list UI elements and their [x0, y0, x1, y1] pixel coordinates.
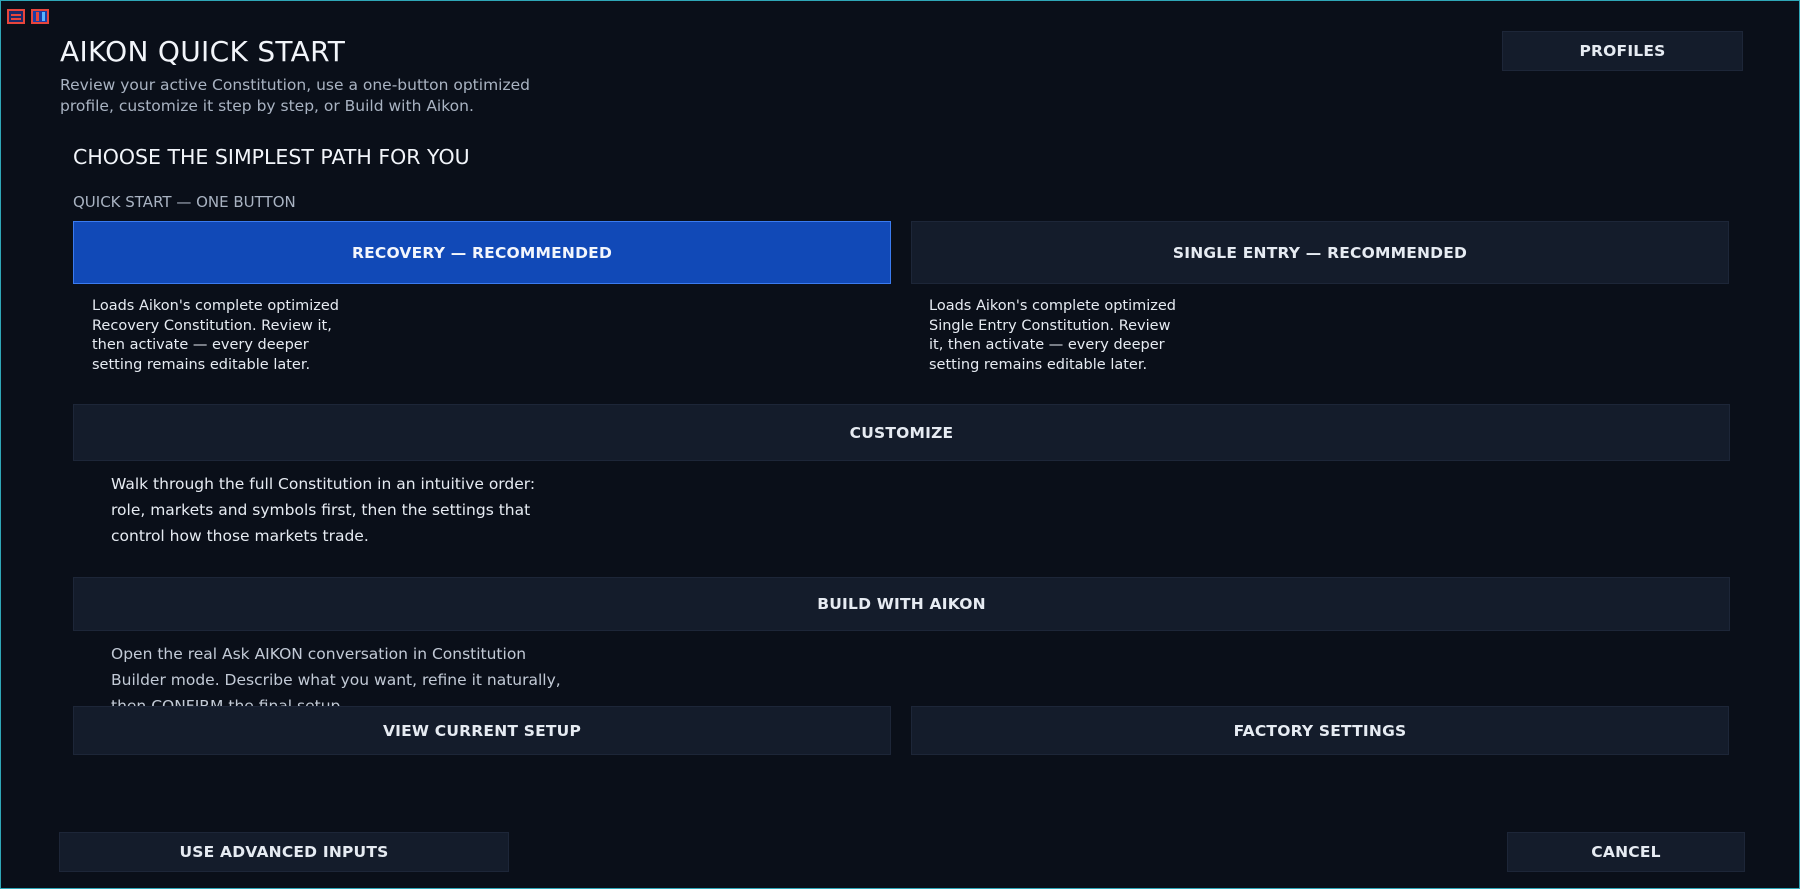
view-current-setup-button[interactable]: VIEW CURRENT SETUP — [73, 706, 891, 755]
grid-app-icon[interactable] — [7, 9, 25, 24]
build-description-viewport: Open the real Ask AIKON conversation in … — [111, 641, 581, 707]
page-subtitle: Review your active Constitution, use a o… — [60, 76, 530, 115]
build-with-aikon-button[interactable]: BUILD WITH AIKON — [73, 577, 1730, 631]
chart-app-icon[interactable] — [31, 9, 49, 24]
customize-button[interactable]: CUSTOMIZE — [73, 404, 1730, 461]
section-heading: CHOOSE THE SIMPLEST PATH FOR YOU — [73, 145, 470, 169]
quick-start-window: AIKON QUICK START Review your active Con… — [0, 0, 1800, 889]
profiles-button[interactable]: PROFILES — [1502, 31, 1743, 71]
recovery-description: Loads Aikon's complete optimized Recover… — [92, 298, 340, 373]
use-advanced-inputs-button[interactable]: USE ADVANCED INPUTS — [59, 832, 509, 872]
recovery-recommended-button[interactable]: RECOVERY — RECOMMENDED — [73, 221, 891, 284]
build-description: Open the real Ask AIKON conversation in … — [111, 645, 561, 707]
customize-description: Walk through the full Constitution in an… — [111, 475, 536, 545]
factory-settings-button[interactable]: FACTORY SETTINGS — [911, 706, 1729, 755]
quick-start-label: QUICK START — ONE BUTTON — [73, 193, 296, 211]
single-entry-description: Loads Aikon's complete optimized Single … — [929, 298, 1177, 373]
window-icons — [7, 9, 49, 24]
page-title: AIKON QUICK START — [60, 35, 346, 68]
cancel-button[interactable]: CANCEL — [1507, 832, 1745, 872]
single-entry-recommended-button[interactable]: SINGLE ENTRY — RECOMMENDED — [911, 221, 1729, 284]
